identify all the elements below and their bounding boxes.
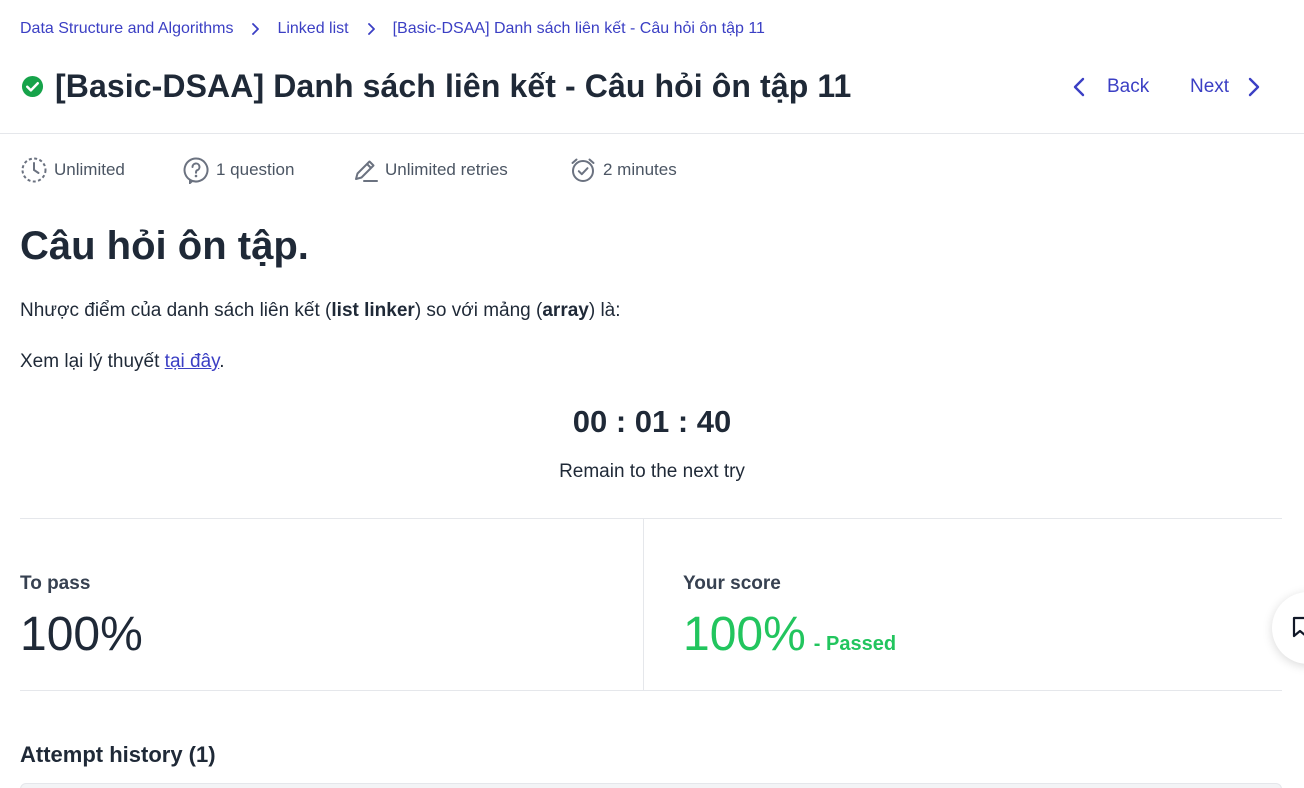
next-label: Next: [1190, 76, 1230, 97]
review-text: Xem lại lý thuyết tại đây.: [20, 351, 225, 373]
chevron-right-icon: [349, 23, 393, 35]
alarm-clock-icon: [571, 158, 595, 182]
question-circle-icon: [183, 157, 209, 184]
back-label: Back: [1107, 76, 1150, 97]
question-text: Nhược điểm của danh sách liên kết (list …: [20, 300, 621, 322]
next-button[interactable]: Next: [1190, 74, 1261, 100]
retry-countdown-caption: Remain to the next try: [559, 461, 745, 482]
attempt-history-title: Attempt history (1): [20, 742, 216, 767]
review-prefix: Xem lại lý thuyết: [20, 351, 165, 372]
pencil-icon: [355, 160, 378, 182]
score-status-badge: - Passed: [813, 633, 897, 655]
meta-question-count: 1 question: [182, 156, 351, 184]
back-button[interactable]: Back: [1072, 74, 1149, 100]
quiz-header: [Basic-DSAA] Danh sách liên kết - Câu hỏ…: [0, 52, 1304, 134]
review-suffix: .: [219, 351, 225, 372]
to-pass-value: 100%: [20, 608, 143, 661]
chevron-left-icon: [1073, 77, 1085, 97]
question-text-part: ) là:: [588, 300, 621, 321]
breadcrumb-item-section[interactable]: Linked list: [277, 20, 348, 38]
meta-retries: Unlimited retries: [351, 156, 569, 184]
retry-countdown: 00 : 01 : 40: [572, 404, 732, 439]
to-pass-label: To pass: [20, 573, 91, 594]
meta-label: Unlimited: [54, 160, 125, 179]
clock-dashed-icon: [21, 157, 47, 183]
your-score-value-line: 100% - Passed: [683, 607, 896, 662]
chevron-right-icon: [1248, 77, 1260, 97]
chevron-right-icon: [233, 23, 277, 35]
bookmark-icon: [1292, 616, 1304, 638]
check-circle-icon: [21, 75, 44, 98]
question-text-part: ) so với mảng (: [414, 300, 543, 321]
question-text-part: Nhược điểm của danh sách liên kết (: [20, 300, 332, 321]
meta-time-limit: Unlimited: [20, 156, 182, 184]
your-score-value: 100%: [683, 608, 806, 661]
meta-duration: 2 minutes: [569, 156, 677, 184]
meta-label: 1 question: [216, 160, 295, 179]
score-divider: [643, 519, 644, 691]
breadcrumb-item-current[interactable]: [Basic-DSAA] Danh sách liên kết - Câu hỏ…: [393, 20, 765, 38]
question-text-bold: array: [542, 300, 589, 321]
your-score-label: Your score: [683, 573, 781, 594]
attempt-history-table: [20, 783, 1282, 788]
question-heading: Câu hỏi ôn tập.: [20, 224, 309, 268]
score-panel: To pass 100% Your score 100% - Passed: [20, 518, 1282, 691]
review-link[interactable]: tại đây: [165, 351, 220, 372]
meta-label: 2 minutes: [603, 160, 677, 179]
breadcrumb-item-course[interactable]: Data Structure and Algorithms: [20, 20, 233, 38]
question-text-bold: list linker: [331, 300, 415, 321]
breadcrumb: Data Structure and Algorithms Linked lis…: [20, 18, 765, 40]
page-title: [Basic-DSAA] Danh sách liên kết - Câu hỏ…: [55, 68, 852, 104]
quiz-meta: Unlimited 1 question Unlimited retries 2…: [20, 155, 677, 185]
meta-label: Unlimited retries: [385, 160, 508, 179]
